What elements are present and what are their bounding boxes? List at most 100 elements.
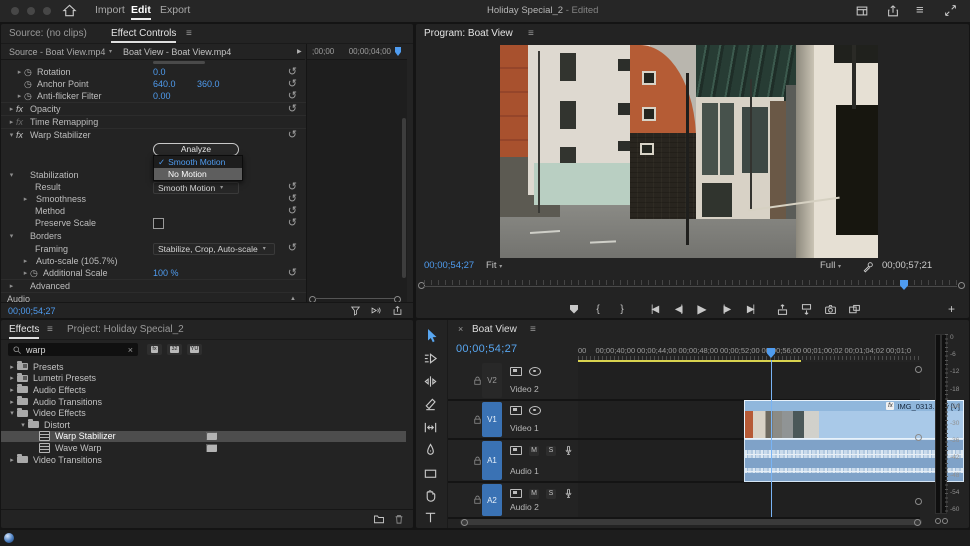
effects-tree-item[interactable]: ▸Lumetri Presets [1,373,406,385]
expander-icon[interactable]: ▸ [7,105,16,113]
stopwatch-icon[interactable]: ◷ [24,91,37,102]
rotation-value[interactable]: 0.0 [153,67,166,77]
tab-export[interactable]: Export [160,4,190,16]
zoom-level-dropdown[interactable]: Fit ▾ [486,260,502,271]
settings-wrench-icon[interactable] [862,261,874,273]
panel-menu-icon[interactable]: ≡ [530,324,536,335]
expander-icon[interactable]: ▸ [7,398,17,406]
reset-icon[interactable]: ↺ [288,78,297,90]
window-close-icon[interactable] [11,7,19,15]
hand-tool[interactable] [423,488,439,504]
expander-icon[interactable]: ▸ [21,269,30,277]
horizontal-scrollbar[interactable] [309,296,401,301]
track-target-a1[interactable]: A1 [482,441,502,480]
expander-icon[interactable]: ▸ [15,92,24,100]
play-icon[interactable]: ▶ [690,302,714,316]
step-back-icon[interactable]: ◀| [666,304,690,315]
sync-lock-icon[interactable] [510,489,522,498]
track-scroll-handle[interactable] [915,434,922,441]
sync-lock-icon[interactable] [510,406,522,415]
framing-dropdown[interactable]: Stabilize, Crop, Auto-scale▾ [153,243,275,255]
stopwatch-icon[interactable]: ◷ [30,268,43,279]
solo-button[interactable]: S [546,446,556,456]
vertical-scrollbar[interactable] [402,118,406,278]
home-icon[interactable] [62,3,77,18]
expander-icon[interactable]: ▾ [7,131,16,139]
reset-icon[interactable]: ↺ [288,242,297,254]
effects-tree-item[interactable]: ▾Video Effects [1,407,406,419]
expander-icon[interactable]: ▸ [21,195,30,203]
timeline-horizontal-scrollbar[interactable] [460,519,922,525]
track-lane-a1[interactable] [578,440,920,483]
window-minimize-icon[interactable] [27,7,35,15]
track-target-a2[interactable]: A2 [482,484,502,516]
collapse-icon[interactable]: ▲ [290,296,296,302]
panel-menu-icon[interactable]: ≡ [528,28,534,39]
button-editor-icon[interactable]: + [948,302,955,316]
go-to-out-icon[interactable]: ▶| [738,304,762,315]
mute-button[interactable]: M [529,446,539,456]
sync-lock-icon[interactable] [510,446,522,455]
effect-controls-mini-timeline[interactable]: ▶ ;00;00 00;00;04;00 [306,44,407,304]
selection-tool[interactable] [423,328,439,344]
menu-icon[interactable]: ≡ [916,2,924,17]
audio-meter[interactable]: 0-6-12-18-24-30-36-42-48-54-60 [933,334,969,524]
panel-menu-icon[interactable]: ≡ [186,28,192,39]
share-icon[interactable] [886,4,900,18]
zoom-handle-left[interactable] [461,519,468,526]
video-clip[interactable]: fxIMG_0313.mov [V] [745,401,963,438]
add-marker-icon[interactable] [562,305,586,314]
accelerated-effects-icon[interactable]: fx [147,344,162,355]
stopwatch-icon[interactable]: ◷ [24,79,37,90]
track-target-v2[interactable]: V2 [482,363,502,398]
type-tool[interactable] [423,510,439,526]
reset-icon[interactable]: ↺ [288,205,297,217]
yuv-effects-icon[interactable]: YU [187,344,202,355]
comparison-view-icon[interactable] [842,303,866,316]
razor-tool[interactable] [423,397,439,413]
target-clip-label[interactable]: Boat View - Boat View.mp4 [123,47,231,57]
expander-icon[interactable]: ▸ [7,456,17,464]
track-lane-v1[interactable]: fxIMG_0313.mov [V] [578,401,920,440]
ripple-edit-tool[interactable] [423,374,439,390]
sync-status-icon[interactable] [4,533,14,543]
tab-sequence[interactable]: Boat View [472,324,517,335]
go-to-in-icon[interactable]: |◀ [642,304,666,315]
close-icon[interactable]: × [458,324,463,334]
sync-lock-icon[interactable] [510,367,522,376]
expander-icon[interactable]: ▸ [7,374,17,382]
expander-icon[interactable]: ▸ [21,257,30,265]
show-timeline-icon[interactable]: ▶ [297,48,302,55]
reset-icon[interactable]: ↺ [288,217,297,229]
expander-icon[interactable]: ▾ [18,421,28,429]
pen-tool[interactable] [423,443,439,459]
filter-icon[interactable] [350,305,361,316]
delete-icon[interactable] [393,513,405,525]
reset-icon[interactable]: ↺ [288,129,297,141]
expander-icon[interactable]: ▾ [7,409,17,417]
track-target-v1[interactable]: V1 [482,402,502,437]
play-audio-icon[interactable] [370,305,381,316]
effect-controls-timecode[interactable]: 00;00;54;27 [8,306,56,316]
effects-tree-item[interactable]: ▾Distort [1,419,406,431]
menu-item-no-motion[interactable]: No Motion [154,168,242,180]
toggle-track-output-icon[interactable] [529,406,541,415]
effects-tree-item[interactable]: ▸Audio Effects [1,384,406,396]
reset-icon[interactable]: ↺ [288,66,297,78]
stopwatch-icon[interactable]: ◷ [24,67,37,78]
track-lane-a2[interactable] [578,483,920,519]
effects-tree-item[interactable]: ▸Audio Transitions [1,396,406,408]
export-frame-icon[interactable] [818,303,842,316]
reset-icon[interactable]: ↺ [288,193,297,205]
effects-tree-item[interactable]: ▸Presets [1,361,406,373]
additional-scale-value[interactable]: 100 % [153,268,179,278]
reset-icon[interactable]: ↺ [288,103,297,115]
effects-tree-item[interactable]: Warp Stabilizer [1,431,406,443]
tab-source-monitor[interactable]: Source: (no clips) [9,28,87,39]
tab-effect-controls[interactable]: Effect Controls [111,28,176,43]
expander-icon[interactable]: ▾ [7,171,16,179]
anti-flicker-value[interactable]: 0.00 [153,91,171,101]
lift-icon[interactable] [770,303,794,316]
tab-program[interactable]: Program: Boat View [424,28,513,41]
rectangle-tool[interactable] [423,466,439,482]
